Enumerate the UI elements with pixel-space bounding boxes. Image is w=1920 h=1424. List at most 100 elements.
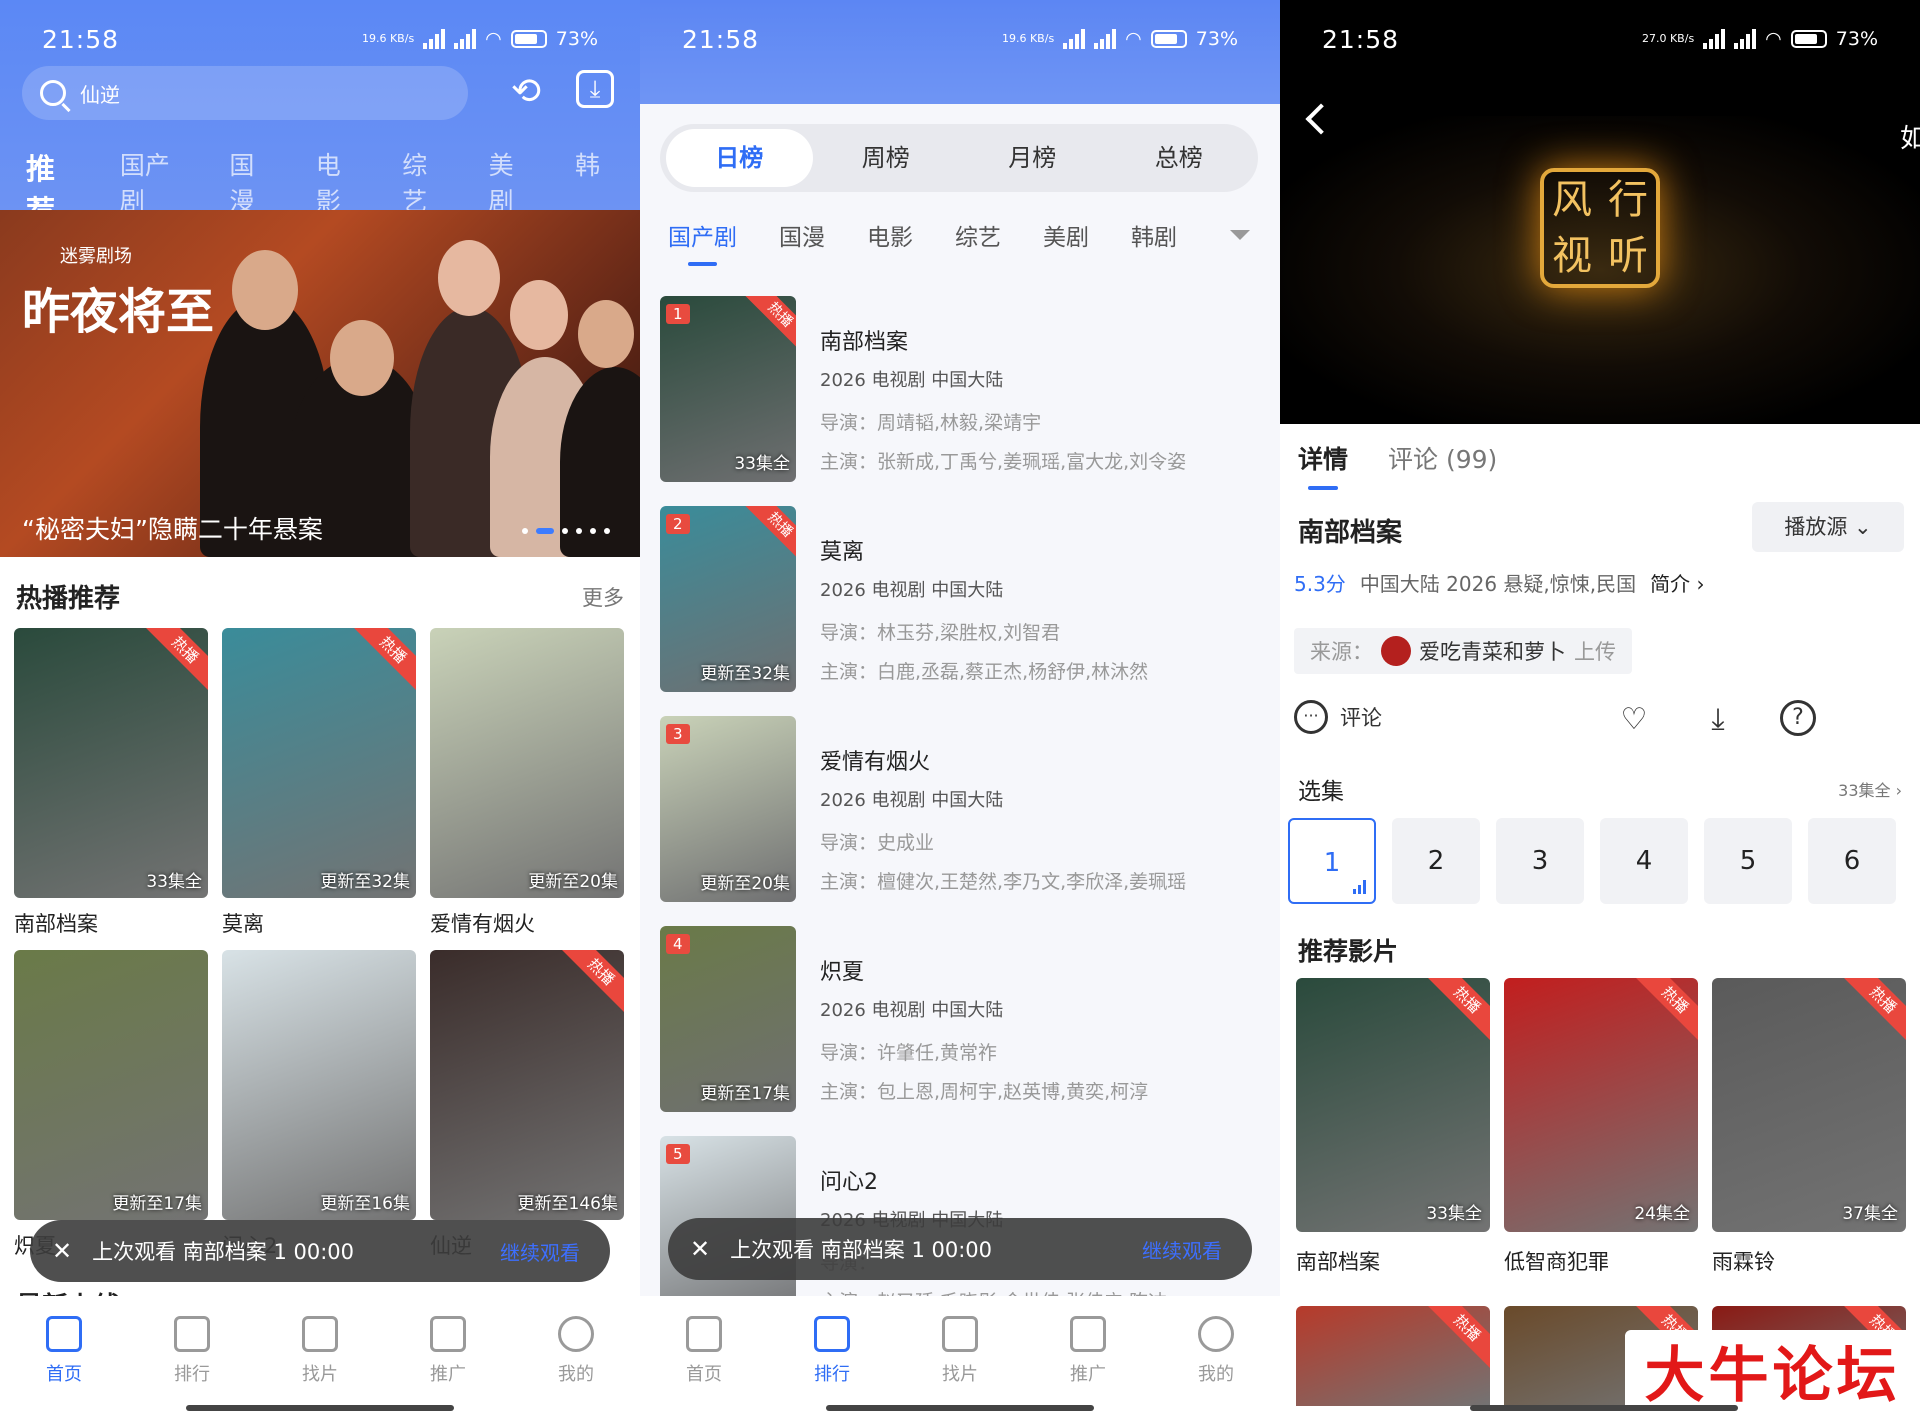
show-cast: 主演：白鹿,丞磊,蔡正杰,杨舒伊,林沐然 xyxy=(820,661,1149,683)
episode-button[interactable]: 3 xyxy=(1496,818,1584,904)
episodes-header: 选集 33集全 › xyxy=(1298,772,1902,806)
status-time: 21:58 xyxy=(1322,24,1400,54)
status-bar: 21:58 27.0 KB/s ◠ 73% xyxy=(1280,0,1920,78)
home-icon xyxy=(46,1316,82,1352)
recommend-card[interactable]: 热播 33集全南部档案 xyxy=(1296,978,1490,1276)
show-cast: 主演：檀健次,王楚然,李乃文,李欣泽,姜珮瑶 xyxy=(820,871,1187,893)
show-poster: 2 热播 更新至32集 xyxy=(660,506,796,692)
hot-badge: 热播 xyxy=(560,950,624,1013)
episode-number: 4 xyxy=(1635,846,1653,876)
battery-level: 73% xyxy=(1835,28,1878,50)
rank-row[interactable]: 2 热播 更新至32集 莫离 2026 电视剧 中国大陆 导演：林玉芬,梁胜权,刘智君 主演… xyxy=(660,506,1260,692)
search-placeholder: 仙逆 xyxy=(80,82,120,107)
hot-badge: 热播 xyxy=(1842,978,1906,1041)
episode-button[interactable]: 4 xyxy=(1600,818,1688,904)
close-icon[interactable]: ✕ xyxy=(690,1235,710,1263)
uploader-name[interactable]: 爱吃青菜和萝卜 xyxy=(1419,636,1566,666)
show-poster: 热播 更新至32集 xyxy=(222,628,416,898)
rank-list: 1 热播 33集全 南部档案 2026 电视剧 中国大陆 导演：周靖韬,林毅,梁靖宇 主演：… xyxy=(640,0,1280,1296)
search-input[interactable]: 仙逆 xyxy=(22,66,468,120)
rank-row[interactable]: 4 更新至17集 炽夏 2026 电视剧 中国大陆 导演：许肇任,黄常祚 主演：包上恩,周… xyxy=(660,926,1260,1112)
episode-count: 更新至20集 xyxy=(700,874,790,894)
show-poster: 热播 24集全 xyxy=(1504,978,1698,1232)
close-icon[interactable]: ✕ xyxy=(52,1237,72,1265)
wifi-icon: ◠ xyxy=(485,28,502,50)
recommend-card[interactable]: 热播 37集全 雨霖铃 xyxy=(1712,978,1906,1276)
episode-button[interactable]: 5 xyxy=(1704,818,1792,904)
episode-count: 24集全 xyxy=(1634,1204,1690,1224)
battery-level: 73% xyxy=(555,28,598,50)
home-screen: 21:58 19.6 KB/s ◠ 73% 仙逆 ⟲ ⤓ 推荐 国产剧 国漫 电… xyxy=(0,0,640,1424)
episode-count: 更新至16集 xyxy=(320,1194,410,1214)
intro-link[interactable]: 简介 › xyxy=(1650,568,1704,597)
favorite-icon[interactable]: ♡ xyxy=(1614,700,1654,740)
recommend-card[interactable]: 热播 xyxy=(1296,1306,1490,1406)
uploader-label: 来源： xyxy=(1310,640,1373,664)
tabbar-home[interactable]: 首页 xyxy=(0,1296,128,1424)
video-player[interactable]: 风行视听 xyxy=(1280,116,1920,424)
history-icon[interactable]: ⟲ xyxy=(504,70,548,114)
detail-screen: 风行视听 如 21:58 27.0 KB/s ◠ 73% 详情 评论 (99) … xyxy=(1280,0,1920,1424)
show-title: 南部档案 xyxy=(820,330,909,355)
show-poster: 更新至20集 xyxy=(430,628,624,898)
tabbar-me[interactable]: 我的 xyxy=(512,1296,640,1424)
show-poster: 热播更新至146集 xyxy=(430,950,624,1220)
show-title: 问心2 xyxy=(820,1170,878,1195)
comment-button[interactable]: ··· 评论 xyxy=(1294,700,1382,734)
show-cast: 主演：张新成,丁禹兮,姜珮瑶,富大龙,刘令姿 xyxy=(820,451,1187,473)
episode-count: 更新至146集 xyxy=(517,1194,618,1214)
home-icon xyxy=(686,1316,722,1352)
episodes-total[interactable]: 33集全 › xyxy=(1838,777,1902,801)
network-speed: 27.0 KB/s xyxy=(1641,32,1695,45)
resume-button[interactable]: 继续观看 xyxy=(1142,1235,1222,1264)
show-card[interactable]: 更新至20集 爱情有烟火 xyxy=(430,628,624,950)
episode-number: 5 xyxy=(1739,846,1757,876)
wifi-icon: ◠ xyxy=(1765,28,1782,50)
show-poster: 3 更新至20集 xyxy=(660,716,796,902)
meta-text: 中国大陆 2026 悬疑,惊悚,民国 xyxy=(1359,572,1637,596)
hero-banner[interactable]: 迷雾剧场 昨夜将至 “秘密夫妇”隐瞒二十年悬案 xyxy=(0,210,640,557)
download-icon[interactable]: ⤓ xyxy=(1698,700,1738,740)
help-icon[interactable]: ? xyxy=(1780,700,1816,736)
hot-badge: 热播 xyxy=(352,628,416,691)
search-icon xyxy=(40,80,66,106)
episode-number: 1 xyxy=(1323,848,1341,878)
tab-comments[interactable]: 评论 (99) xyxy=(1388,440,1497,476)
episode-button[interactable]: 6 xyxy=(1808,818,1896,904)
hot-badge: 热播 xyxy=(743,506,796,562)
show-poster: 热播 33集全 xyxy=(14,628,208,898)
episode-count: 33集全 xyxy=(1426,1204,1482,1224)
signal-icon xyxy=(1703,29,1726,49)
more-link[interactable]: 更多 xyxy=(582,582,624,612)
rank-row[interactable]: 1 热播 33集全 南部档案 2026 电视剧 中国大陆 导演：周靖韬,林毅,梁靖宇 主演：… xyxy=(660,296,1260,482)
show-name: 南部档案 xyxy=(1296,1250,1380,1274)
resume-button[interactable]: 继续观看 xyxy=(500,1237,580,1266)
source-button[interactable]: 播放源 ⌄ xyxy=(1752,502,1904,552)
hot-badge: 热播 xyxy=(1426,978,1490,1041)
show-name: 雨霖铃 xyxy=(1712,1250,1775,1274)
show-director: 导演：林玉芬,梁胜权,刘智君 xyxy=(820,622,1061,644)
recommend-list: 热播 33集全南部档案 热播 24集全 低智商犯罪 热播 37集全 雨霖铃 xyxy=(1296,978,1906,1276)
section-title: 热播推荐 xyxy=(16,584,121,614)
avatar[interactable] xyxy=(1381,636,1411,666)
episodes-label: 选集 xyxy=(1298,779,1344,805)
tabbar-me[interactable]: 我的 xyxy=(1152,1296,1280,1424)
show-card[interactable]: 热播 更新至32集 莫离 xyxy=(222,628,416,950)
rank-number: 5 xyxy=(666,1144,690,1164)
share-icon xyxy=(1070,1316,1106,1352)
rank-row[interactable]: 3 更新至20集 爱情有烟火 2026 电视剧 中国大陆 导演：史成业 主演：檀健次,王楚… xyxy=(660,716,1260,902)
rank-number: 4 xyxy=(666,934,690,954)
show-meta: 2026 电视剧 中国大陆 xyxy=(820,790,1004,811)
recommend-card[interactable]: 热播 24集全 低智商犯罪 xyxy=(1504,978,1698,1276)
episode-button[interactable]: 1 xyxy=(1288,818,1376,904)
episode-number: 3 xyxy=(1531,846,1549,876)
download-icon[interactable]: ⤓ xyxy=(576,70,614,108)
show-card[interactable]: 热播 33集全 南部档案 xyxy=(14,628,208,950)
tab-details[interactable]: 详情 xyxy=(1298,440,1348,490)
comment-icon: ··· xyxy=(1294,700,1328,734)
resume-toast: ✕ 上次观看 南部档案 1 00:00 继续观看 xyxy=(30,1220,610,1282)
rank-info: 炽夏 2026 电视剧 中国大陆 导演：许肇任,黄常祚 主演：包上恩,周柯宇,赵英博,… xyxy=(820,954,1260,1116)
tabbar-home[interactable]: 首页 xyxy=(640,1296,768,1424)
rank-icon xyxy=(814,1316,850,1352)
episode-button[interactable]: 2 xyxy=(1392,818,1480,904)
